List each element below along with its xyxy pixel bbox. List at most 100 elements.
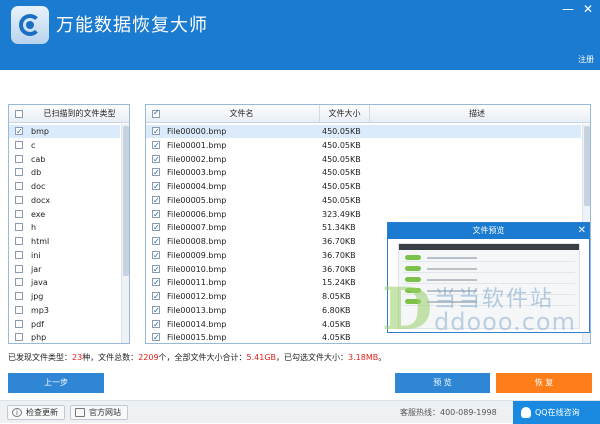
file-name: File00006.bmp: [167, 209, 227, 219]
selected-size: 3.18MB: [348, 353, 379, 362]
file-type-item[interactable]: c: [9, 139, 120, 152]
file-checkbox[interactable]: [152, 180, 160, 193]
file-name: File00008.bmp: [167, 237, 227, 246]
file-size: 36.70KB: [322, 237, 356, 246]
file-type-item[interactable]: docx: [9, 194, 120, 207]
file-type-checkbox[interactable]: [15, 292, 23, 300]
file-name: File00013.bmp: [167, 305, 227, 315]
file-type-item[interactable]: h: [9, 221, 120, 234]
file-size: 450.05KB: [322, 195, 361, 205]
file-checkbox[interactable]: [152, 139, 160, 152]
prev-step-button[interactable]: 上一步: [8, 373, 104, 393]
file-size: 15.24KB: [322, 278, 356, 288]
file-type-label: db: [31, 168, 42, 178]
qq-label: QQ在线咨询: [535, 408, 580, 417]
file-row[interactable]: File00015.bmp 4.05KB: [146, 331, 581, 343]
file-type-checkbox[interactable]: [15, 182, 23, 190]
type-list-scrollbar[interactable]: [121, 124, 129, 343]
file-size: 450.05KB: [322, 154, 361, 164]
monitor-icon: [75, 408, 85, 417]
file-type-checkbox[interactable]: [15, 237, 23, 245]
file-name: File00005.bmp: [167, 195, 227, 205]
file-size: 450.05KB: [322, 127, 361, 136]
total-size: 5.41GB: [246, 353, 277, 362]
file-type-checkbox[interactable]: [15, 209, 23, 218]
file-type-checkbox[interactable]: [15, 278, 23, 287]
file-type-item[interactable]: bmp: [9, 125, 120, 138]
file-type-item[interactable]: pdf: [9, 318, 120, 331]
file-row[interactable]: File00006.bmp 323.49KB: [146, 208, 581, 221]
preview-close-icon[interactable]: ✕: [578, 223, 586, 239]
column-name[interactable]: 文件名: [164, 105, 320, 123]
qq-consult-button[interactable]: QQ在线咨询: [513, 401, 600, 424]
minimize-icon[interactable]: —: [560, 2, 576, 16]
file-type-checkbox[interactable]: [15, 305, 23, 314]
file-type-checkbox[interactable]: [15, 125, 23, 138]
register-link[interactable]: 注册: [578, 54, 594, 65]
file-type-item[interactable]: ini: [9, 249, 120, 262]
file-row[interactable]: File00003.bmp 450.05KB: [146, 166, 581, 179]
file-row[interactable]: File00001.bmp 450.05KB: [146, 139, 581, 152]
file-type-item[interactable]: db: [9, 166, 120, 179]
preview-image: [398, 243, 580, 329]
file-checkbox[interactable]: [152, 276, 160, 289]
file-checkbox[interactable]: [152, 166, 160, 179]
app-logo-icon: [11, 6, 49, 44]
website-label: 官方网站: [89, 408, 121, 417]
file-checkbox[interactable]: [152, 194, 160, 207]
file-type-item[interactable]: jpg: [9, 290, 120, 303]
select-all-files-checkbox[interactable]: [152, 108, 160, 118]
file-type-item[interactable]: mp3: [9, 304, 120, 317]
file-type-header-label: 已扫描到的文件类型: [43, 109, 116, 118]
file-size: 450.05KB: [322, 182, 361, 191]
file-type-item[interactable]: jar: [9, 263, 120, 276]
file-type-item[interactable]: doc: [9, 180, 120, 193]
file-checkbox[interactable]: [152, 290, 160, 303]
file-type-item[interactable]: java: [9, 276, 120, 289]
file-name: File00003.bmp: [167, 168, 227, 178]
close-icon[interactable]: ✕: [580, 2, 596, 16]
check-update-button[interactable]: i 检查更新: [7, 405, 65, 420]
file-type-checkbox[interactable]: [15, 168, 23, 177]
file-type-item[interactable]: html: [9, 235, 120, 248]
file-type-checkbox[interactable]: [15, 195, 23, 204]
preview-button[interactable]: 预 览: [395, 373, 490, 393]
title-bar: 万能数据恢复大师 — ✕ 注册: [0, 0, 600, 68]
file-row[interactable]: File00004.bmp 450.05KB: [146, 180, 581, 193]
file-row[interactable]: File00005.bmp 450.05KB: [146, 194, 581, 207]
file-checkbox[interactable]: [152, 221, 160, 234]
file-type-checkbox[interactable]: [15, 264, 23, 273]
file-checkbox[interactable]: [152, 331, 160, 343]
file-type-checkbox[interactable]: [15, 319, 23, 328]
select-all-types-checkbox[interactable]: [15, 110, 23, 118]
file-type-item[interactable]: php: [9, 331, 120, 343]
file-type-label: doc: [31, 182, 46, 191]
file-checkbox[interactable]: [152, 263, 160, 276]
file-checkbox[interactable]: [152, 153, 160, 166]
file-checkbox[interactable]: [152, 318, 160, 331]
file-type-item[interactable]: exe: [9, 208, 120, 221]
file-checkbox[interactable]: [152, 235, 160, 248]
column-desc[interactable]: 描述: [370, 105, 584, 123]
file-checkbox[interactable]: [152, 208, 160, 221]
recover-button[interactable]: 恢 复: [496, 373, 592, 393]
file-checkbox[interactable]: [152, 249, 160, 262]
file-size: 36.70KB: [322, 250, 356, 260]
file-type-item[interactable]: cab: [9, 153, 120, 166]
file-row[interactable]: File00000.bmp 450.05KB: [146, 125, 581, 138]
file-type-checkbox[interactable]: [15, 154, 23, 163]
file-type-checkbox[interactable]: [15, 333, 23, 342]
file-type-checkbox[interactable]: [15, 140, 23, 149]
file-row[interactable]: File00002.bmp 450.05KB: [146, 153, 581, 166]
column-size[interactable]: 文件大小: [320, 105, 370, 123]
file-checkbox[interactable]: [152, 125, 160, 138]
file-type-checkbox[interactable]: [15, 250, 23, 259]
file-type-label: c: [31, 140, 36, 150]
file-name: File00000.bmp: [167, 127, 227, 136]
file-type-label: cab: [31, 154, 46, 164]
website-button[interactable]: 官方网站: [70, 405, 128, 420]
file-type-checkbox[interactable]: [15, 223, 23, 232]
file-type-label: h: [31, 223, 37, 233]
file-name: File00004.bmp: [167, 182, 227, 191]
file-checkbox[interactable]: [152, 304, 160, 317]
